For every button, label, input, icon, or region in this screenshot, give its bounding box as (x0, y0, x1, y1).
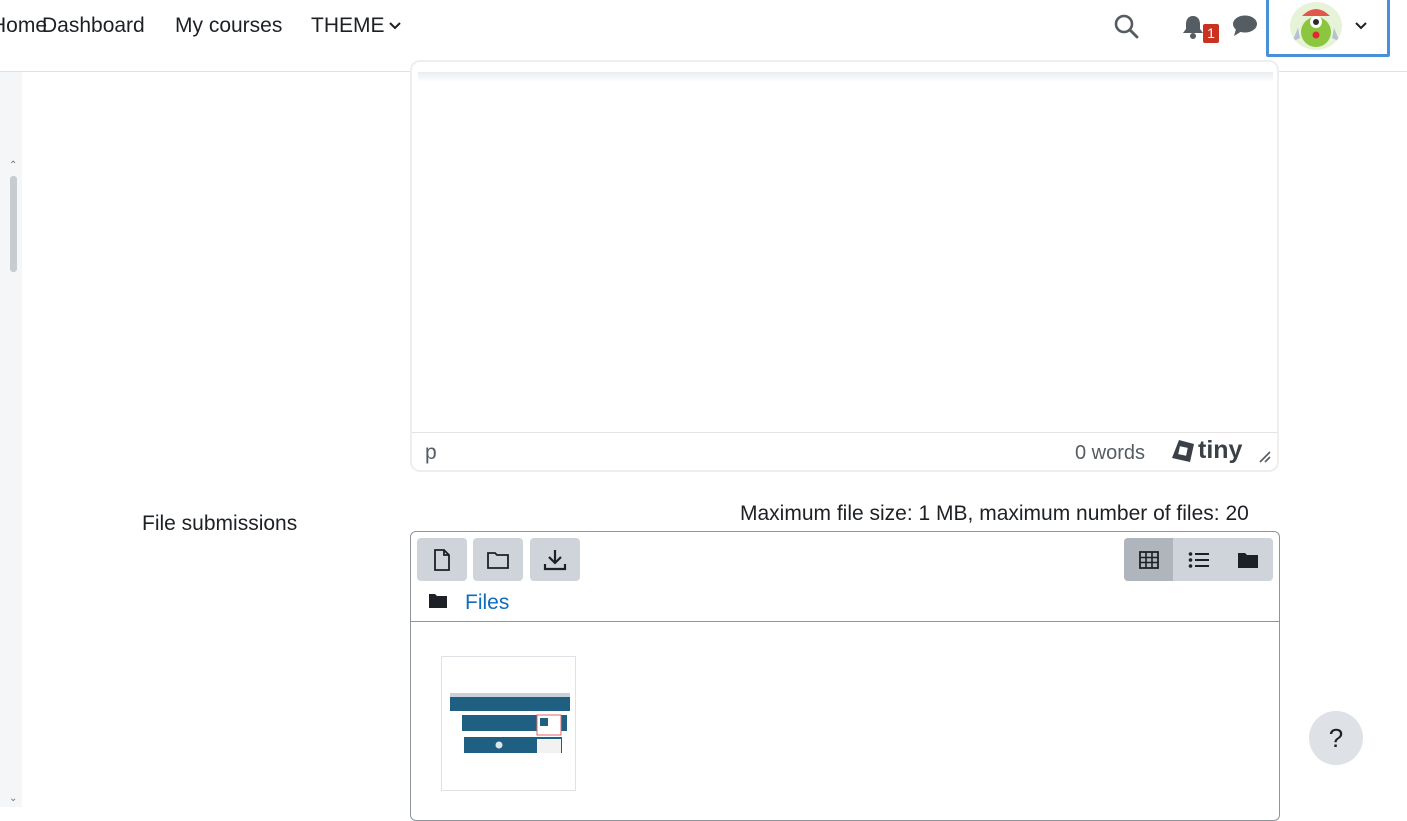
create-folder-button[interactable] (473, 538, 523, 581)
file-thumbnail[interactable] (441, 656, 576, 791)
tiny-brand-label[interactable]: tiny (1198, 436, 1242, 465)
folder-icon (1237, 552, 1258, 568)
scroll-up-arrow-icon[interactable]: ⌃ (9, 160, 17, 171)
avatar-character-icon (1292, 9, 1340, 47)
file-icon (434, 548, 450, 571)
editor-word-count[interactable]: 0 words (1075, 442, 1145, 465)
download-icon (543, 549, 567, 570)
screenshot-thumbnail-image (450, 693, 570, 753)
notification-bell-icon[interactable] (1181, 14, 1205, 40)
nav-dashboard-link[interactable]: Dashboard (42, 14, 145, 38)
editor-element-path[interactable]: p (425, 441, 437, 465)
search-icon[interactable] (1113, 13, 1141, 41)
chevron-down-icon[interactable] (1354, 20, 1368, 32)
user-avatar[interactable] (1290, 2, 1342, 50)
nav-my-courses-link[interactable]: My courses (175, 14, 282, 38)
nav-theme-menu[interactable]: THEME (311, 14, 385, 38)
tree-view-button[interactable] (1223, 538, 1272, 581)
folder-icon (487, 551, 509, 569)
add-file-button[interactable] (417, 538, 467, 581)
chevron-down-icon[interactable] (388, 20, 402, 32)
file-manager-divider (411, 621, 1279, 622)
messages-icon[interactable] (1232, 15, 1258, 37)
help-button[interactable]: ? (1309, 711, 1363, 765)
notification-count-badge: 1 (1203, 24, 1219, 43)
resize-handle-icon[interactable] (1258, 450, 1272, 464)
editor-statusbar (412, 432, 1277, 470)
download-button[interactable] (530, 538, 580, 581)
grid-view-button[interactable] (1124, 538, 1173, 581)
tiny-logo-icon[interactable] (1171, 439, 1195, 463)
text-editor[interactable] (410, 60, 1279, 472)
editor-toolbar-shadow (418, 72, 1273, 82)
scrollbar-thumb[interactable] (10, 176, 17, 272)
nav-home-link[interactable]: Home (0, 14, 47, 38)
files-path-link[interactable]: Files (465, 591, 509, 615)
grid-icon (1138, 550, 1159, 569)
list-view-button[interactable] (1174, 538, 1223, 581)
folder-icon (429, 594, 447, 608)
file-limits-text: Maximum file size: 1 MB, maximum number … (740, 502, 1249, 525)
list-icon (1188, 551, 1209, 568)
scroll-down-arrow-icon[interactable]: ⌄ (9, 793, 17, 804)
file-submissions-label: File submissions (142, 512, 298, 535)
